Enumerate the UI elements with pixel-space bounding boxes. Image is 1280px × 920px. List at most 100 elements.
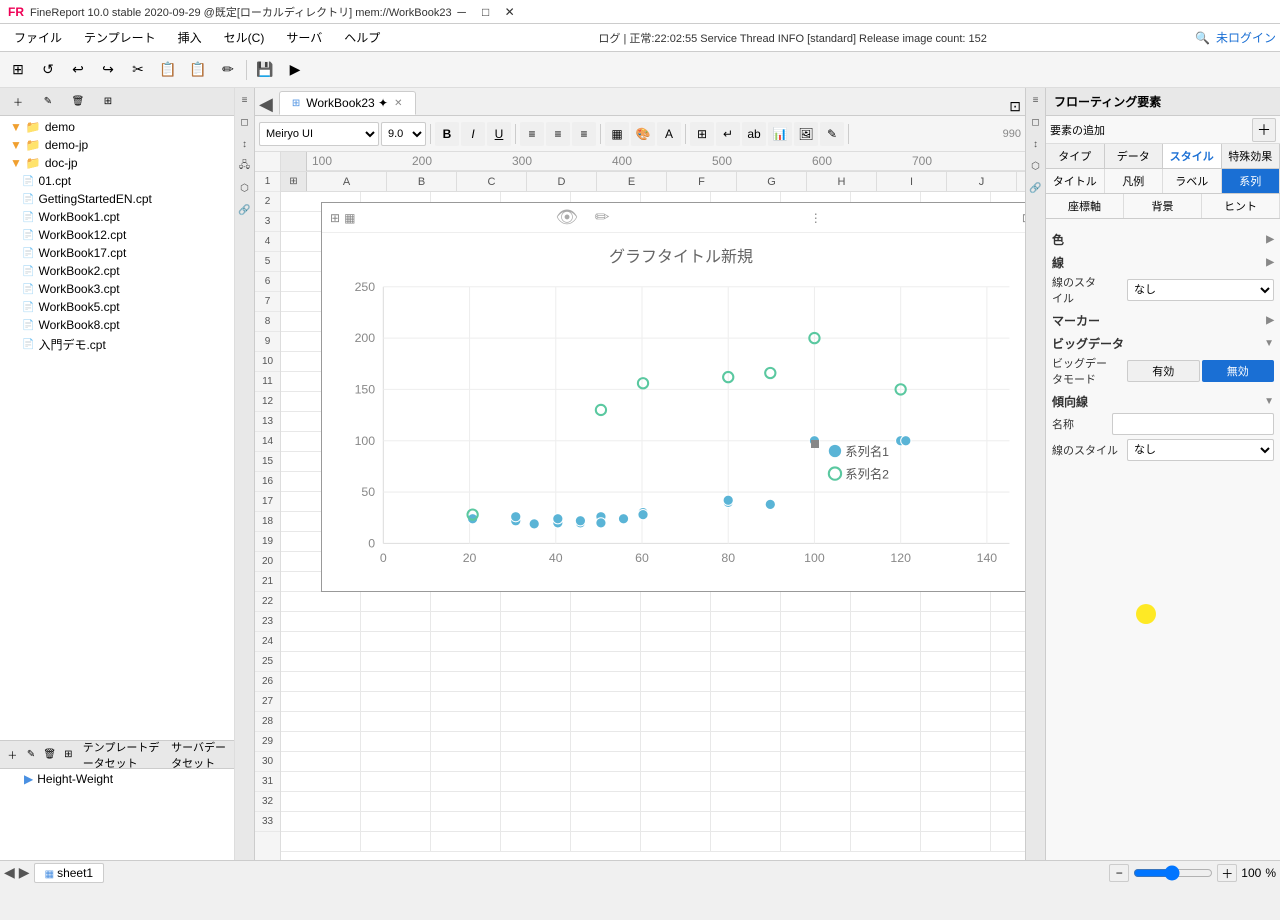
cell-32-8[interactable] xyxy=(851,812,921,831)
cell-29-7[interactable] xyxy=(781,752,851,771)
sheet-nav-next[interactable]: ▶ xyxy=(19,864,30,881)
align-center[interactable]: ≡ xyxy=(546,122,570,146)
cell-21-1[interactable] xyxy=(361,592,431,611)
cell-28-9[interactable] xyxy=(921,732,991,751)
cell-30-3[interactable] xyxy=(501,772,571,791)
cell-25-3[interactable] xyxy=(501,672,571,691)
name-input[interactable] xyxy=(1112,413,1274,435)
tab-left-arrow[interactable]: ◀ xyxy=(259,94,273,115)
sidebar-delete[interactable]: 🗑 xyxy=(64,88,92,116)
right-panel-icon-3[interactable]: ↕ xyxy=(1028,136,1044,152)
cell-30-0[interactable] xyxy=(281,772,361,791)
right-subtab-label[interactable]: ラベル xyxy=(1163,169,1222,193)
cell-27-9[interactable] xyxy=(921,712,991,731)
image-button[interactable]: 🖼 xyxy=(794,122,818,146)
cell-25-4[interactable] xyxy=(571,672,641,691)
cell-30-2[interactable] xyxy=(431,772,501,791)
col-F[interactable]: F xyxy=(667,172,737,191)
cell-30-6[interactable] xyxy=(711,772,781,791)
right-subtab-series[interactable]: 系列 xyxy=(1222,169,1280,193)
toolbar-copy[interactable]: 📋 xyxy=(154,56,182,84)
sheet-tab-1[interactable]: ▦ sheet1 xyxy=(34,863,105,883)
cell-24-7[interactable] xyxy=(781,652,851,671)
wrap-button[interactable]: ↵ xyxy=(716,122,740,146)
cell-33-8[interactable] xyxy=(851,832,921,851)
cell-31-4[interactable] xyxy=(571,792,641,811)
zoom-in-button[interactable]: ＋ xyxy=(1217,864,1237,882)
align-right[interactable]: ≡ xyxy=(572,122,596,146)
cell-21-4[interactable] xyxy=(571,592,641,611)
cell-23-3[interactable] xyxy=(501,632,571,651)
add-element-button[interactable]: ＋ xyxy=(1252,118,1276,142)
panel-icon-1[interactable]: ≡ xyxy=(237,92,253,108)
cell-33-1[interactable] xyxy=(361,832,431,851)
toolbar-undo[interactable]: ↩ xyxy=(64,56,92,84)
panel-icon-5[interactable]: ⬡ xyxy=(237,180,253,196)
cell-23-9[interactable] xyxy=(921,632,991,651)
fontsize-select[interactable]: 9.0 xyxy=(381,122,426,146)
tree-item-demo[interactable]: ▼📁demo xyxy=(2,118,232,136)
cell-22-6[interactable] xyxy=(711,612,781,631)
cell-26-4[interactable] xyxy=(571,692,641,711)
bigdata-enable-button[interactable]: 有効 xyxy=(1127,360,1200,382)
cell-23-6[interactable] xyxy=(711,632,781,651)
italic-button[interactable]: I xyxy=(461,122,485,146)
cell-25-2[interactable] xyxy=(431,672,501,691)
more-format[interactable]: ab xyxy=(742,122,766,146)
cell-32-5[interactable] xyxy=(641,812,711,831)
marker-arrow[interactable]: ▶ xyxy=(1266,315,1274,326)
col-D[interactable]: D xyxy=(527,172,597,191)
cell-29-6[interactable] xyxy=(711,752,781,771)
cell-22-8[interactable] xyxy=(851,612,921,631)
col-A[interactable]: A xyxy=(307,172,387,191)
font-select[interactable]: Meiryo UI xyxy=(259,122,379,146)
tree-item-01cpt[interactable]: 📄01.cpt xyxy=(2,172,232,190)
cell-32-9[interactable] xyxy=(921,812,991,831)
tree-item-wb5[interactable]: 📄WorkBook5.cpt xyxy=(2,298,232,316)
align-left[interactable]: ≡ xyxy=(520,122,544,146)
cell-24-1[interactable] xyxy=(361,652,431,671)
cell-31-1[interactable] xyxy=(361,792,431,811)
cell-28-5[interactable] xyxy=(641,732,711,751)
cell-28-6[interactable] xyxy=(711,732,781,751)
ds-expand[interactable]: ⊞ xyxy=(60,741,77,769)
ds-edit[interactable]: ✎ xyxy=(23,741,40,769)
cell-28-0[interactable] xyxy=(281,732,361,751)
cell-26-3[interactable] xyxy=(501,692,571,711)
chart-container[interactable]: ⊞ ▦ 👁 ✏ ⋮ ⊡ グラフタイトル新規 xyxy=(321,202,1025,592)
cell-24-8[interactable] xyxy=(851,652,921,671)
cell-27-1[interactable] xyxy=(361,712,431,731)
col-I[interactable]: I xyxy=(877,172,947,191)
cell-28-7[interactable] xyxy=(781,732,851,751)
chart-menu-icon[interactable]: ⋮ xyxy=(810,211,822,225)
line-style-select[interactable]: なし xyxy=(1127,279,1274,301)
bold-button[interactable]: B xyxy=(435,122,459,146)
cell-29-1[interactable] xyxy=(361,752,431,771)
right-panel-icon-5[interactable]: 🔗 xyxy=(1028,180,1044,196)
cell-31-2[interactable] xyxy=(431,792,501,811)
menu-insert[interactable]: 挿入 xyxy=(168,25,212,50)
tree-item-wb17[interactable]: 📄WorkBook17.cpt xyxy=(2,244,232,262)
right-subtab-title[interactable]: タイトル xyxy=(1046,169,1105,193)
chart-button[interactable]: 📊 xyxy=(768,122,792,146)
cell-24-0[interactable] xyxy=(281,652,361,671)
cell-25-6[interactable] xyxy=(711,672,781,691)
cell-22-2[interactable] xyxy=(431,612,501,631)
cell-23-5[interactable] xyxy=(641,632,711,651)
cell-33-7[interactable] xyxy=(781,832,851,851)
cell-21-5[interactable] xyxy=(641,592,711,611)
line-arrow[interactable]: ▶ xyxy=(1266,257,1274,268)
cell-27-4[interactable] xyxy=(571,712,641,731)
borders-button[interactable]: ▦ xyxy=(605,122,629,146)
menu-help[interactable]: ヘルプ xyxy=(334,25,390,50)
cell-23-8[interactable] xyxy=(851,632,921,651)
cell-31-9[interactable] xyxy=(921,792,991,811)
toolbar-format-paint[interactable]: ✏ xyxy=(214,56,242,84)
maximize-button[interactable]: □ xyxy=(476,3,496,21)
col-J[interactable]: J xyxy=(947,172,1017,191)
cell-22-0[interactable] xyxy=(281,612,361,631)
cell-25-1[interactable] xyxy=(361,672,431,691)
cell-22-1[interactable] xyxy=(361,612,431,631)
toolbar-refresh[interactable]: ↺ xyxy=(34,56,62,84)
cell-33-6[interactable] xyxy=(711,832,781,851)
